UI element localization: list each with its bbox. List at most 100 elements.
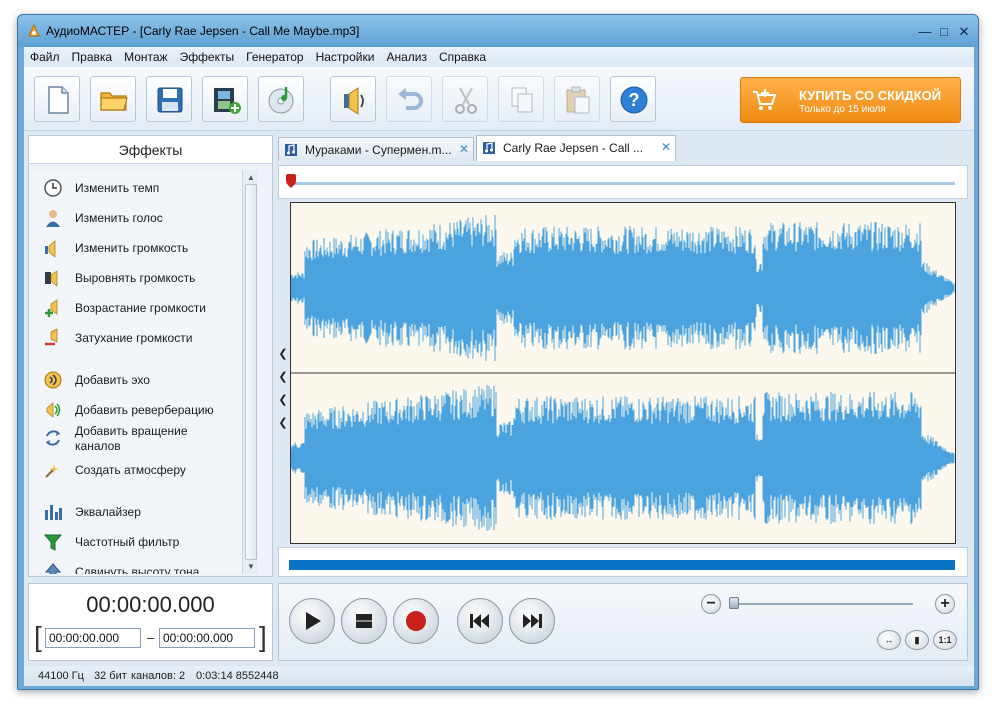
record-button[interactable] (393, 598, 439, 644)
svg-text:?: ? (629, 90, 640, 110)
current-time: 00:00:00.000 (86, 592, 215, 617)
echo-icon (44, 371, 62, 389)
record-icon (406, 611, 426, 631)
reverb-icon (46, 402, 61, 418)
main-area: Эффекты Изменить темп Изменить голос Изм… (24, 131, 974, 666)
open-folder-icon (100, 92, 128, 111)
selection-end-field[interactable] (159, 628, 255, 648)
waveform-canvas (291, 214, 955, 531)
menu-montage[interactable]: Монтаж (118, 47, 174, 64)
scroll-thumb[interactable] (245, 184, 257, 560)
menu-file[interactable]: Файл (24, 47, 66, 64)
effect-fade-in[interactable]: Возрастание громкости (43, 296, 253, 320)
help-button[interactable]: ? (610, 76, 656, 122)
buy-subtitle: Только до 15 июля (799, 104, 886, 115)
cut-button[interactable] (442, 76, 488, 122)
cd-music-button[interactable] (258, 76, 304, 122)
zoom-in-button[interactable]: + (935, 594, 955, 614)
audio-file-icon (285, 144, 297, 156)
play-button[interactable] (289, 598, 335, 644)
cart-icon (753, 89, 777, 110)
status-bar: 44100 Гц 32 бит каналов: 2 0:03:14 85524… (24, 666, 974, 686)
effect-pitch-shift[interactable]: Сдвинуть высоту тона (43, 560, 253, 574)
effect-normalize-volume[interactable]: Выровнять громкость (43, 266, 253, 290)
collapse-arrow-icon[interactable]: ❮ (278, 370, 288, 384)
collapse-arrow-icon[interactable]: ❮ (278, 416, 288, 430)
forward-end-button[interactable] (509, 598, 555, 644)
app-logo-icon (28, 23, 40, 37)
paste-button[interactable] (554, 76, 600, 122)
effect-channel-rotation[interactable]: Добавить вращение каналов (43, 422, 253, 454)
fit-width-icon: ↔ (884, 635, 894, 645)
menu-generator[interactable]: Генератор (240, 47, 309, 64)
stop-button[interactable] (341, 598, 387, 644)
cut-icon (455, 87, 477, 114)
tab-call-me-maybe[interactable]: Carly Rae Jepsen - Call ... ✕ (476, 135, 676, 161)
effect-change-voice[interactable]: Изменить голос (43, 206, 253, 230)
minus-icon: − (706, 595, 716, 612)
time-panel: 00:00:00.000 [ – ] (28, 583, 273, 661)
zoom-slider-track[interactable] (731, 603, 913, 605)
waveform-scrollbar[interactable] (278, 547, 968, 577)
scroll-up-icon[interactable]: ▲ (246, 173, 256, 183)
buy-discount-button[interactable]: КУПИТЬ СО СКИДКОЙ Только до 15 июля (740, 77, 961, 123)
undo-button[interactable] (386, 76, 432, 122)
zoom-out-button[interactable]: − (701, 594, 721, 614)
zoom-actual-button[interactable]: 1:1 (933, 630, 957, 650)
effect-change-tempo[interactable]: Изменить темп (43, 176, 253, 200)
status-sample-rate: 44100 Гц (38, 670, 84, 682)
bracket-right-icon: ] (259, 621, 267, 652)
buy-title: КУПИТЬ СО СКИДКОЙ (799, 88, 942, 103)
fit-selection-icon: ▮ (914, 635, 920, 645)
close-tab-icon[interactable]: ✕ (459, 142, 469, 156)
playhead-marker-icon[interactable] (286, 174, 296, 188)
status-channels: каналов: 2 (131, 670, 186, 682)
fit-width-button[interactable]: ↔ (877, 630, 901, 650)
volume-plus-icon (45, 299, 58, 317)
add-video-button[interactable] (202, 76, 248, 122)
effect-add-echo[interactable]: Добавить эхо (43, 368, 253, 392)
open-file-button[interactable] (90, 76, 136, 122)
new-file-button[interactable] (34, 76, 80, 122)
menu-analysis[interactable]: Анализ (380, 47, 433, 64)
new-file-icon (48, 86, 69, 114)
close-tab-icon[interactable]: ✕ (661, 140, 671, 154)
close-icon[interactable]: ✕ (953, 23, 975, 41)
collapse-arrow-icon[interactable]: ❮ (278, 393, 288, 407)
effect-frequency-filter[interactable]: Частотный фильтр (43, 530, 253, 554)
player-controls: − + ↔ ▮ 1:1 (278, 583, 968, 661)
tab-murakami[interactable]: Мураками - Супермен.m... ✕ (278, 137, 474, 161)
collapse-arrow-icon[interactable]: ❮ (278, 347, 288, 361)
rewind-start-button[interactable] (457, 598, 503, 644)
undo-icon (398, 88, 423, 110)
atmosphere-icon (45, 464, 59, 478)
filter-icon (43, 534, 63, 551)
effect-fade-out[interactable]: Затухание громкости (43, 326, 253, 350)
volume-minus-icon (45, 328, 58, 346)
effect-change-volume[interactable]: Изменить громкость (43, 236, 253, 260)
scroll-down-icon[interactable]: ▼ (246, 562, 256, 572)
volume-button[interactable] (330, 76, 376, 122)
effects-scrollbar[interactable]: ▲ ▼ (242, 170, 258, 574)
effect-add-reverb[interactable]: Добавить реверберацию (43, 398, 253, 422)
effects-list: Изменить темп Изменить голос Изменить гр… (29, 170, 259, 574)
title-bar[interactable]: АудиоМАСТЕР - [Carly Rae Jepsen - Call M… (18, 15, 978, 47)
maximize-icon[interactable]: □ (933, 23, 955, 41)
timeline-ruler[interactable] (278, 165, 968, 199)
copy-button[interactable] (498, 76, 544, 122)
waveform-view[interactable] (290, 202, 956, 544)
fit-selection-button[interactable]: ▮ (905, 630, 929, 650)
save-button[interactable] (146, 76, 192, 122)
menu-effects[interactable]: Эффекты (174, 47, 241, 64)
scroll-position-bar[interactable] (289, 560, 955, 570)
menu-settings[interactable]: Настройки (310, 47, 381, 64)
menu-help[interactable]: Справка (433, 47, 492, 64)
menu-edit[interactable]: Правка (66, 47, 119, 64)
zoom-slider-thumb[interactable] (729, 597, 739, 609)
cd-music-icon (268, 87, 294, 114)
selection-start-field[interactable] (45, 628, 141, 648)
file-tabs: Мураками - Супермен.m... ✕ Carly Rae Jep… (278, 135, 968, 161)
clock-icon (44, 179, 62, 197)
effect-create-atmosphere[interactable]: Создать атмосферу (43, 458, 253, 482)
effect-equalizer[interactable]: Эквалайзер (43, 500, 253, 524)
